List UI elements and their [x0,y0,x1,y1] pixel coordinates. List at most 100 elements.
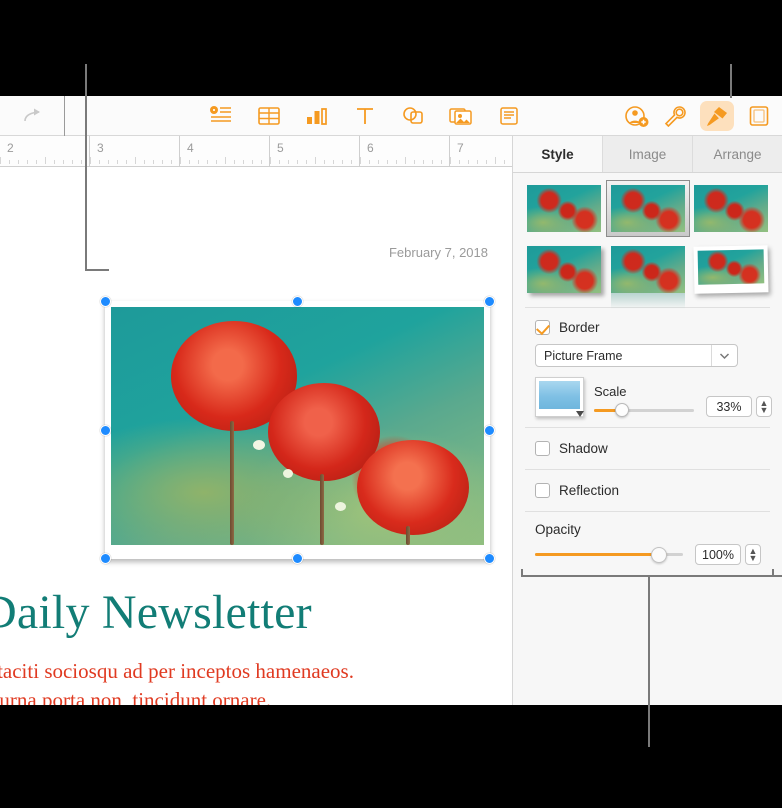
scale-slider[interactable] [594,403,694,417]
opacity-slider-knob[interactable] [651,546,667,563]
document-area: 2 3 4 5 6 7 February 7, 2018 Daily Newsl… [0,136,512,705]
opacity-label: Opacity [535,522,581,537]
style-preset-plain[interactable] [527,185,601,232]
scale-label: Scale [594,384,627,399]
style-preset-thumbnail [610,185,685,232]
media-icon[interactable] [448,103,474,129]
ruler-mark: 3 [97,141,104,155]
document-body-text[interactable]: t taciti sociosqu ad per inceptos hamena… [0,657,506,705]
callout-line-sidebar-stem [648,575,650,747]
resize-handle-top-left[interactable] [100,296,111,307]
resize-handle-middle-right[interactable] [484,425,495,436]
style-preset-picture-frame[interactable] [605,180,690,237]
stepper-down-icon: ▼ [748,552,758,563]
selected-image-object[interactable] [105,301,490,559]
format-brush-button[interactable] [700,100,734,131]
redo-icon [19,103,45,129]
callout-bracket-top [521,575,782,577]
text-icon[interactable] [352,103,378,129]
comment-icon[interactable] [496,103,522,129]
opacity-slider[interactable] [535,546,683,563]
ruler-mark: 6 [367,141,374,155]
callout-line-image-horizontal [85,269,109,271]
dahlia-photo [111,307,484,545]
callout-bracket-left-tip [521,569,523,577]
style-presets-grid [513,173,782,309]
resize-handle-top-right[interactable] [484,296,495,307]
format-sidebar: Style Image Arrange Border Picture Frame… [512,136,782,705]
scale-stepper[interactable]: ▲ ▼ [756,396,772,417]
ruler-mark: 7 [457,141,464,155]
sidebar-tabs: Style Image Arrange [513,136,782,173]
ruler-mark: 2 [7,141,14,155]
chevron-down-icon [711,345,737,366]
callout-line-format-button [730,64,732,98]
style-preset-thumbnail [694,185,768,232]
reflection-section: Reflection [513,470,782,511]
shadow-label: Shadow [559,441,608,456]
border-type-value: Picture Frame [544,348,623,363]
style-preset-thumbnail [527,185,601,232]
tab-arrange[interactable]: Arrange [693,136,782,172]
border-checkbox-row[interactable]: Border [535,320,768,335]
resize-handle-bottom-center[interactable] [292,553,303,564]
horizontal-ruler[interactable]: 2 3 4 5 6 7 [0,136,512,167]
style-preset-drop-shadow[interactable] [527,246,601,293]
tab-style[interactable]: Style [513,136,603,172]
scale-value-field[interactable]: 33% [706,396,752,417]
shape-icon[interactable] [400,103,426,129]
tab-image[interactable]: Image [603,136,693,172]
ruler-ticks [0,155,512,164]
toolbar-right-group [624,100,782,131]
document-page[interactable]: February 7, 2018 Daily Newsletter t taci… [0,167,512,705]
callout-bracket-right-tip [772,569,774,577]
border-label: Border [559,320,600,335]
reflection-checkbox-row[interactable]: Reflection [535,483,768,498]
screenshot-root: 2 3 4 5 6 7 February 7, 2018 Daily Newsl… [0,0,782,808]
style-preset-thumbnail [697,249,765,285]
color-well-dropdown-icon[interactable] [576,411,584,417]
document-icon[interactable] [746,103,772,129]
collaborate-icon[interactable] [624,103,650,129]
app-toolbar [0,95,782,136]
style-preset-tilted-frame[interactable] [693,245,769,294]
reflection-label: Reflection [559,483,620,498]
style-presets-row-1 [527,180,768,237]
reflection-checkbox[interactable] [535,483,550,498]
settings-wrench-icon[interactable] [662,103,688,129]
border-section: Border Picture Frame Scale 33% ▲ ▼ [513,308,782,427]
style-preset-thin-border[interactable] [694,185,768,232]
table-icon[interactable] [256,103,282,129]
style-preset-reflection[interactable] [610,246,685,309]
resize-handle-top-center[interactable] [292,296,303,307]
opacity-value-field[interactable]: 100% [695,544,741,565]
resize-handle-middle-left[interactable] [100,425,111,436]
ruler-mark: 4 [187,141,194,155]
resize-handle-bottom-left[interactable] [100,553,111,564]
document-date: February 7, 2018 [388,245,488,260]
opacity-section: Opacity 100% ▲ ▼ [513,512,782,565]
body-line-2: s urna porta non, tincidunt ornare. [0,687,272,705]
shadow-checkbox-row[interactable]: Shadow [535,441,768,456]
opacity-stepper[interactable]: ▲ ▼ [745,544,761,565]
border-checkbox[interactable] [535,320,550,335]
callout-line-image-vertical [85,64,87,271]
chart-icon[interactable] [304,103,330,129]
toolbar-insert-group [65,103,624,129]
scale-slider-knob[interactable] [615,403,630,417]
style-preset-thumbnail [610,246,685,293]
stepper-down-icon: ▼ [759,404,769,415]
border-color-swatch [539,381,580,409]
redo-button[interactable] [0,96,64,135]
document-headline[interactable]: Daily Newsletter [0,585,502,640]
insert-list-icon[interactable] [208,103,234,129]
opacity-row: 100% ▲ ▼ [535,544,768,565]
border-type-select[interactable]: Picture Frame [535,344,738,367]
shadow-checkbox[interactable] [535,441,550,456]
body-line-1: t taciti sociosqu ad per inceptos hamena… [0,659,354,683]
ruler-mark: 5 [277,141,284,155]
resize-handle-bottom-right[interactable] [484,553,495,564]
style-preset-thumbnail [527,246,601,293]
style-presets-row-2 [527,245,769,309]
border-scale-row: Scale 33% ▲ ▼ [535,377,772,417]
